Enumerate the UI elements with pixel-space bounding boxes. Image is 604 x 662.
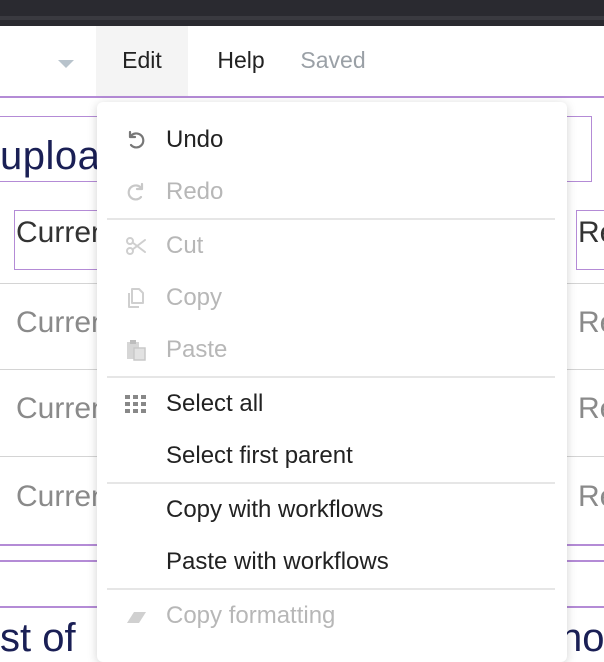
menu-item-label: Undo	[166, 126, 224, 153]
help-menu-button[interactable]: Help	[198, 26, 284, 96]
menu-item-label: Copy formatting	[166, 602, 336, 629]
menu-item-select-all[interactable]: Select all	[97, 378, 567, 430]
copy-icon	[128, 288, 144, 308]
menu-item-redo[interactable]: Redo	[97, 166, 567, 218]
row-cell-left: Curren	[16, 216, 108, 249]
menu-item-label: Paste with workflows	[166, 548, 389, 575]
canvas-guide-line	[0, 96, 604, 98]
grid-icon	[125, 395, 146, 413]
menu-item-label: Cut	[166, 232, 204, 259]
row-cell-right: Re	[578, 306, 604, 339]
menu-item-label: Select all	[166, 390, 264, 417]
window-top-bar	[0, 0, 604, 26]
menu-item-copy-formatting[interactable]: Copy formatting	[97, 590, 567, 642]
top-bar-divider	[0, 16, 604, 20]
bottom-heading-text: st of	[0, 616, 76, 660]
row-cell-left: Curren	[16, 480, 108, 513]
edit-menu-button[interactable]: Edit	[96, 26, 188, 96]
edit-dropdown-menu: Undo Redo Cut Copy Paste Select all Sele…	[97, 102, 567, 662]
eraser-icon	[127, 612, 146, 623]
menu-item-copy[interactable]: Copy	[97, 272, 567, 324]
menu-item-select-first-parent[interactable]: Select first parent	[97, 430, 567, 482]
scissors-icon	[126, 237, 146, 255]
menu-item-label: Redo	[166, 178, 224, 205]
row-cell-right: Re	[578, 480, 604, 513]
undo-icon	[128, 130, 145, 149]
save-status: Saved	[300, 47, 366, 73]
row-cell-right: Re	[578, 216, 604, 249]
menu-item-cut[interactable]: Cut	[97, 220, 567, 272]
page-selector[interactable]	[0, 26, 96, 96]
menu-item-undo[interactable]: Undo	[97, 114, 567, 166]
redo-icon	[127, 182, 144, 201]
chevron-down-icon[interactable]	[58, 60, 74, 68]
menu-item-label: Select first parent	[166, 442, 353, 469]
menu-item-label: Copy with workflows	[166, 496, 384, 523]
upload-title-text: uploa	[0, 134, 101, 178]
menu-bar: Edit Help Saved	[0, 26, 604, 96]
row-cell-right: Re	[578, 392, 604, 425]
clipboard-icon	[127, 340, 146, 361]
row-cell-left: Curren	[16, 306, 108, 339]
row-cell-left: Curren	[16, 392, 108, 425]
menu-item-label: Paste	[166, 336, 228, 363]
menu-item-paste[interactable]: Paste	[97, 324, 567, 376]
menu-item-copy-with-workflows[interactable]: Copy with workflows	[97, 484, 567, 536]
menu-item-label: Copy	[166, 284, 223, 311]
menu-item-paste-with-workflows[interactable]: Paste with workflows	[97, 536, 567, 588]
